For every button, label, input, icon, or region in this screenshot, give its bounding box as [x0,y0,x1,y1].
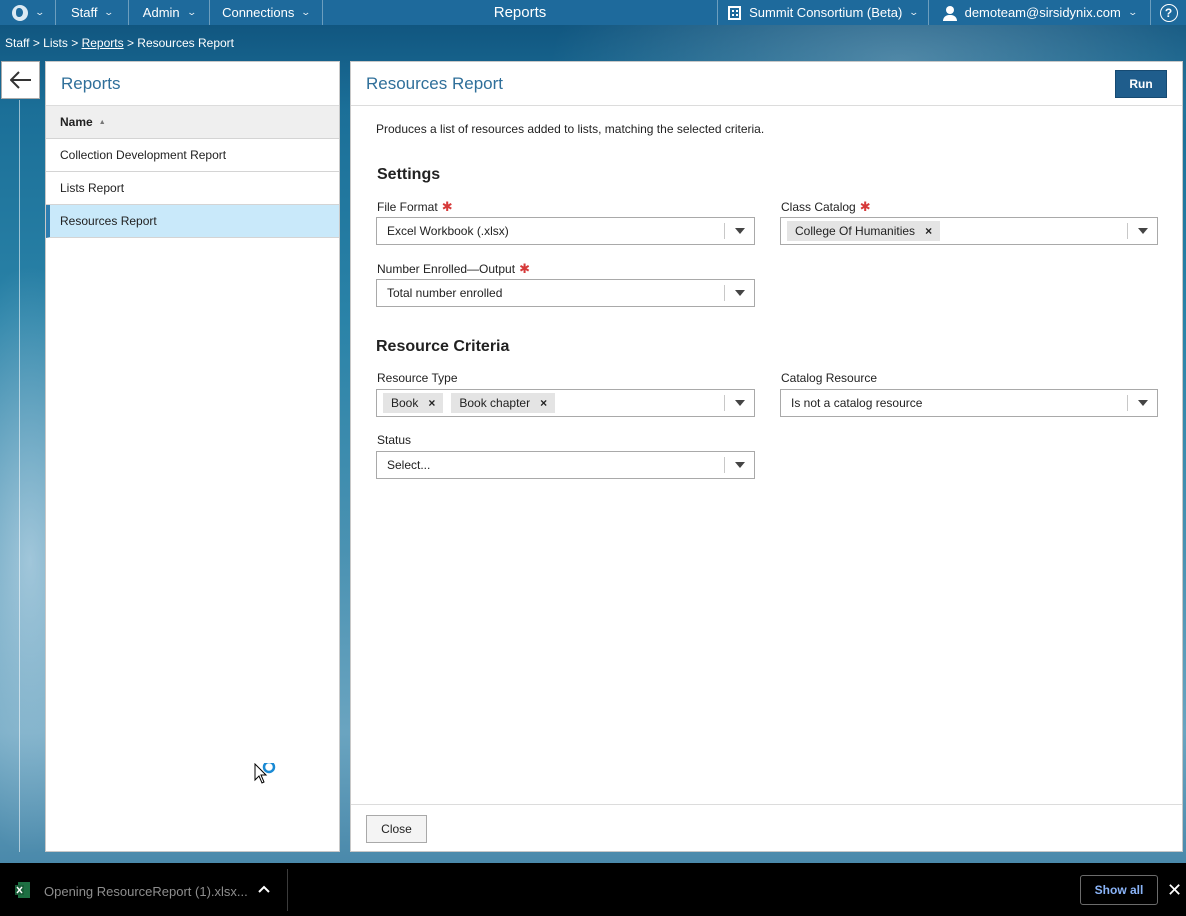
report-item-collection-development[interactable]: Collection Development Report [46,139,339,172]
chevron-down-icon: ⌄ [1127,7,1138,17]
number-enrolled-value: Total number enrolled [387,286,503,300]
reports-panel-title: Reports [46,62,339,106]
remove-chip-icon[interactable]: × [925,224,932,238]
close-download-bar-icon[interactable]: ✕ [1167,880,1182,901]
status-select[interactable]: Select... [376,451,755,479]
close-button[interactable]: Close [366,815,427,843]
resource-type-chip-book: Book × [383,393,444,413]
chevron-down-icon: ⌄ [300,7,312,17]
chip-label: College Of Humanities [795,224,916,238]
show-all-button[interactable]: Show all [1080,875,1158,905]
resource-type-select[interactable]: Book × Book chapter × [376,389,755,417]
staff-menu-label: Staff [70,5,98,20]
building-icon [728,5,742,20]
arrow-left-icon [9,71,31,89]
admin-menu[interactable]: Admin ⌄ [129,0,210,25]
run-button[interactable]: Run [1115,69,1167,98]
catalog-resource-select[interactable]: Is not a catalog resource [780,389,1158,417]
download-divider [287,869,288,911]
report-title: Resources Report [366,73,504,93]
chevron-down-icon: ⌄ [186,7,197,17]
staff-menu[interactable]: Staff ⌄ [56,0,129,25]
user-email: demoteam@sirsidynix.com [964,5,1121,20]
chip-label: Book [391,396,419,410]
back-button[interactable] [1,61,40,99]
dropdown-caret-icon[interactable] [1128,400,1157,406]
user-menu[interactable]: demoteam@sirsidynix.com ⌄ [929,0,1151,25]
breadcrumb-staff[interactable]: Staff [5,36,29,50]
report-item-lists[interactable]: Lists Report [46,172,339,205]
breadcrumb-separator: > [32,36,40,50]
chevron-down-icon: ⌄ [34,7,45,17]
dropdown-caret-icon[interactable] [725,400,754,406]
excel-file-icon [15,881,31,899]
settings-heading: Settings [377,166,441,183]
report-item-resources[interactable]: Resources Report [46,205,339,238]
consortium-label: Summit Consortium (Beta) [749,5,903,20]
dropdown-caret-icon[interactable] [1128,228,1157,234]
required-icon: ✱ [859,199,871,214]
help-icon: ? [1159,3,1178,22]
number-enrolled-label: Number Enrolled—Output ✱ [377,261,530,277]
name-column-header[interactable]: Name ▲ [46,106,339,139]
required-icon: ✱ [441,199,453,214]
chip-label: Book chapter [459,396,531,410]
download-file-status[interactable]: Opening ResourceReport (1).xlsx... [44,884,248,899]
breadcrumb-reports-link[interactable]: Reports [82,36,124,50]
breadcrumb-lists[interactable]: Lists [43,36,68,50]
breadcrumb-current: Resources Report [137,36,235,50]
chevron-down-icon: ⌄ [103,7,115,17]
consortium-menu[interactable]: Summit Consortium (Beta) ⌄ [718,0,929,25]
file-format-label-text: File Format [377,200,438,214]
number-enrolled-select[interactable]: Total number enrolled [376,279,755,307]
breadcrumb-separator: > [126,36,134,50]
left-divider [19,100,20,852]
resource-criteria-heading: Resource Criteria [376,338,510,355]
dropdown-caret-icon[interactable] [725,290,754,296]
file-format-label: File Format ✱ [377,199,453,215]
report-detail-footer: Close [351,804,1182,851]
connections-menu-label: Connections [222,5,295,20]
reports-list-panel: Reports Name ▲ Collection Development Re… [45,61,340,852]
status-placeholder: Select... [387,458,431,472]
required-icon: ✱ [519,261,530,276]
report-description: Produces a list of resources added to li… [376,122,765,136]
file-format-select[interactable]: Excel Workbook (.xlsx) [376,217,755,245]
remove-chip-icon[interactable]: × [540,396,547,410]
breadcrumb-separator: > [71,36,79,50]
home-menu-button[interactable]: ⌄ [0,0,56,25]
busy-cursor-icon [254,760,278,790]
class-catalog-label-text: Class Catalog [781,200,856,214]
name-column-label: Name [60,115,93,129]
breadcrumb: Staff > Lists > Reports > Resources Repo… [5,36,234,50]
catalog-resource-value: Is not a catalog resource [791,396,923,410]
file-format-value: Excel Workbook (.xlsx) [387,224,509,238]
class-catalog-label: Class Catalog ✱ [781,199,871,215]
connections-menu[interactable]: Connections ⌄ [210,0,323,25]
status-label: Status [377,433,412,447]
dropdown-caret-icon[interactable] [725,228,754,234]
class-catalog-chip: College Of Humanities × [787,221,941,241]
top-nav-bar: ⌄ Staff ⌄ Admin ⌄ Connections ⌄ Reports … [0,0,1186,25]
help-button[interactable]: ? [1151,0,1186,25]
remove-chip-icon[interactable]: × [428,396,435,410]
class-catalog-select[interactable]: College Of Humanities × [780,217,1158,245]
dropdown-caret-icon[interactable] [725,462,754,468]
number-enrolled-label-text: Number Enrolled—Output [377,262,516,276]
globe-icon [11,4,28,21]
resource-type-label: Resource Type [377,371,458,385]
user-icon [942,5,957,21]
chevron-down-icon: ⌄ [908,7,920,17]
sort-ascending-icon: ▲ [98,118,106,126]
report-detail-header: Resources Report Run [351,62,1182,106]
page-title-nav: Reports [323,0,718,25]
report-detail-panel: Resources Report Run Produces a list of … [350,61,1183,852]
catalog-resource-label: Catalog Resource [781,371,878,385]
chevron-up-icon[interactable] [257,883,271,897]
admin-menu-label: Admin [142,5,180,20]
resource-type-chip-book-chapter: Book chapter × [451,393,556,413]
